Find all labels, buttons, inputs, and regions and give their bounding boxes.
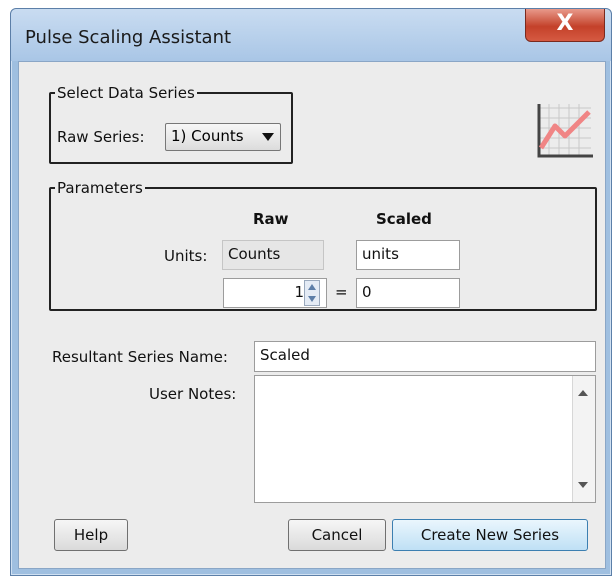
parameters-legend: Parameters bbox=[57, 179, 143, 197]
raw-series-label: Raw Series: bbox=[57, 128, 145, 146]
help-button[interactable]: Help bbox=[54, 519, 128, 551]
raw-value-spinner[interactable] bbox=[304, 280, 320, 306]
scroll-up-icon[interactable] bbox=[578, 390, 588, 396]
close-icon: X bbox=[556, 11, 574, 36]
series-name-field[interactable]: Scaled bbox=[254, 341, 596, 372]
spin-up-icon[interactable] bbox=[308, 284, 316, 290]
window-title: Pulse Scaling Assistant bbox=[25, 27, 232, 48]
raw-column-header: Raw bbox=[253, 210, 289, 228]
spin-down-icon[interactable] bbox=[308, 296, 316, 302]
line-chart-icon bbox=[537, 104, 593, 158]
raw-series-select[interactable]: 1) Counts bbox=[165, 123, 281, 151]
raw-value: 1 bbox=[294, 283, 304, 301]
equals-sign: = bbox=[335, 283, 348, 301]
select-series-legend: Select Data Series bbox=[57, 84, 195, 102]
create-new-series-button[interactable]: Create New Series bbox=[392, 519, 588, 551]
units-label: Units: bbox=[164, 247, 208, 265]
user-notes-field[interactable] bbox=[254, 375, 596, 503]
series-name-label: Resultant Series Name: bbox=[52, 348, 228, 366]
raw-series-value: 1) Counts bbox=[171, 127, 244, 145]
close-button[interactable]: X bbox=[525, 9, 605, 42]
user-notes-label: User Notes: bbox=[149, 385, 237, 403]
scaled-value-field[interactable]: 0 bbox=[356, 278, 460, 308]
scaled-column-header: Scaled bbox=[376, 210, 432, 228]
title-bar[interactable]: Pulse Scaling Assistant X bbox=[11, 9, 611, 61]
scroll-down-icon[interactable] bbox=[578, 482, 588, 488]
dialog-body: Select Data Series Raw Series: 1) Counts… bbox=[18, 61, 606, 569]
raw-units-field: Counts bbox=[222, 240, 324, 270]
dialog-window: Pulse Scaling Assistant X Select Data Se… bbox=[10, 8, 612, 576]
scaled-units-field[interactable]: units bbox=[356, 240, 460, 270]
cancel-button[interactable]: Cancel bbox=[288, 519, 386, 551]
notes-scrollbar[interactable] bbox=[572, 376, 595, 502]
chevron-down-icon bbox=[262, 133, 274, 141]
